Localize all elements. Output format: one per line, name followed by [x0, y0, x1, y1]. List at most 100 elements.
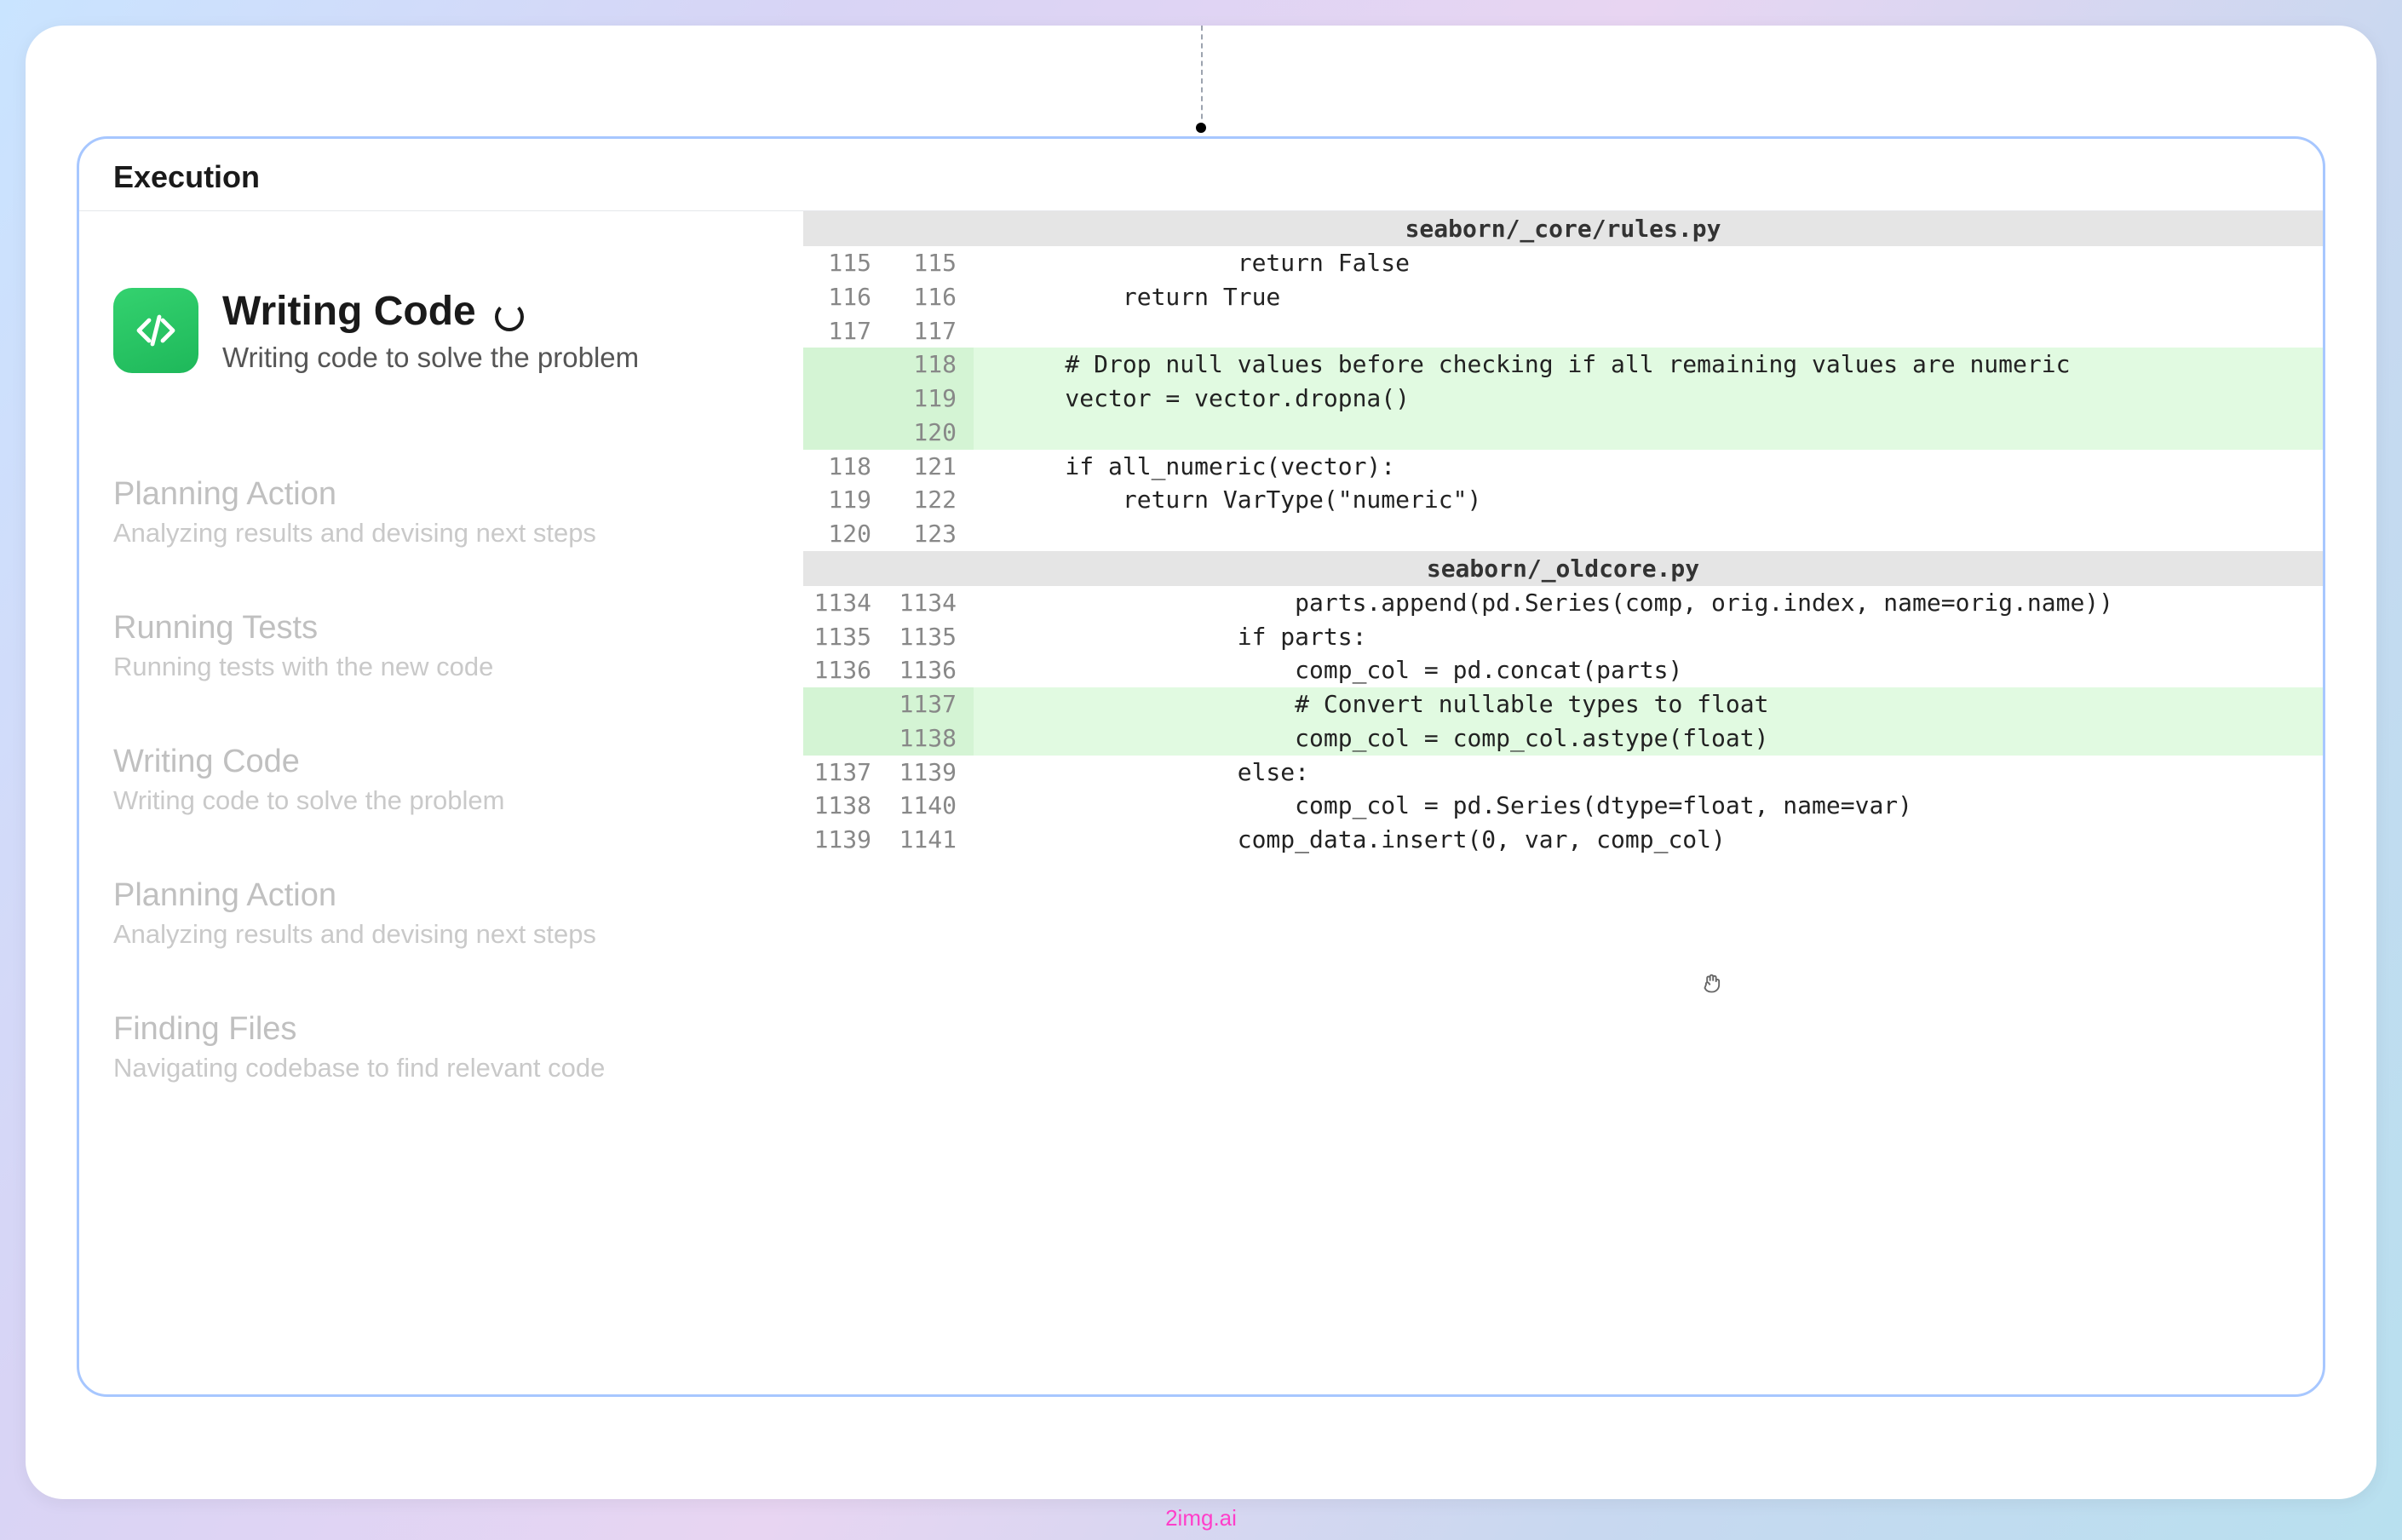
- diff-code: # Convert nullable types to float: [974, 687, 2323, 721]
- diff-code: return VarType("numeric"): [974, 483, 2323, 517]
- panel-body: Writing Code Writing code to solve the p…: [79, 211, 2323, 1145]
- line-number-new: 1135: [888, 620, 974, 654]
- diff-line: 119122 return VarType("numeric"): [803, 483, 2323, 517]
- line-number-new: 120: [888, 416, 974, 450]
- history-step-title: Running Tests: [113, 610, 778, 646]
- current-step-text: Writing Code Writing code to solve the p…: [222, 288, 639, 374]
- diff-line: 11381140 comp_col = pd.Series(dtype=floa…: [803, 789, 2323, 823]
- line-number-new: 117: [888, 314, 974, 348]
- history-step: Running Tests Running tests with the new …: [113, 610, 778, 682]
- history-step-title: Writing Code: [113, 744, 778, 780]
- line-number-new: 118: [888, 348, 974, 382]
- line-number-old: 120: [803, 517, 888, 551]
- line-number-old: 1137: [803, 756, 888, 790]
- diff-line: 115115 return False: [803, 246, 2323, 280]
- history-step-subtitle: Writing code to solve the problem: [113, 785, 778, 816]
- line-number-old: [803, 721, 888, 756]
- diff-line: 11361136 comp_col = pd.concat(parts): [803, 653, 2323, 687]
- execution-panel: Execution Writing Code: [77, 136, 2325, 1397]
- history-step-subtitle: Analyzing results and devising next step…: [113, 518, 778, 549]
- line-number-new: 1140: [888, 789, 974, 823]
- line-number-old: 1136: [803, 653, 888, 687]
- watermark: 2img.ai: [1165, 1505, 1237, 1531]
- diff-code: comp_col = comp_col.astype(float): [974, 721, 2323, 756]
- diff-line-added: 1137 # Convert nullable types to float: [803, 687, 2323, 721]
- line-number-new: 1137: [888, 687, 974, 721]
- line-number-old: [803, 348, 888, 382]
- line-number-old: 115: [803, 246, 888, 280]
- diff-line: 11351135 if parts:: [803, 620, 2323, 654]
- line-number-old: 116: [803, 280, 888, 314]
- diff-code: comp_data.insert(0, var, comp_col): [974, 823, 2323, 857]
- history-step-subtitle: Navigating codebase to find relevant cod…: [113, 1053, 778, 1083]
- diff-line: 120123: [803, 517, 2323, 551]
- line-number-old: 118: [803, 450, 888, 484]
- diff-code: return True: [974, 280, 2323, 314]
- current-step-title-row: Writing Code: [222, 288, 639, 342]
- history-step: Writing Code Writing code to solve the pr…: [113, 744, 778, 816]
- history-step-title: Finding Files: [113, 1011, 778, 1048]
- app-card: Execution Writing Code: [26, 26, 2376, 1499]
- diff-line-added: 120: [803, 416, 2323, 450]
- line-number-new: 115: [888, 246, 974, 280]
- diff-line: 118121 if all_numeric(vector):: [803, 450, 2323, 484]
- diff-code: [974, 517, 2323, 551]
- line-number-old: 1134: [803, 586, 888, 620]
- diff-code: # Drop null values before checking if al…: [974, 348, 2323, 382]
- line-number-new: 122: [888, 483, 974, 517]
- top-guide-dot: [1196, 123, 1206, 133]
- history-step-title: Planning Action: [113, 476, 778, 513]
- history-step: Planning Action Analyzing results and dev…: [113, 476, 778, 549]
- current-step-subtitle: Writing code to solve the problem: [222, 342, 639, 374]
- panel-title: Execution: [79, 159, 2323, 211]
- line-number-old: 1139: [803, 823, 888, 857]
- line-number-old: 117: [803, 314, 888, 348]
- diff-line: 11371139 else:: [803, 756, 2323, 790]
- diff-line: 116116 return True: [803, 280, 2323, 314]
- diff-column: seaborn/_core/rules.py115115 return Fals…: [803, 211, 2323, 1145]
- history-step: Planning Action Analyzing results and dev…: [113, 877, 778, 950]
- diff-line: 117117: [803, 314, 2323, 348]
- diff-code: [974, 416, 2323, 450]
- line-number-new: 116: [888, 280, 974, 314]
- diff-code: vector = vector.dropna(): [974, 382, 2323, 416]
- history-step-subtitle: Analyzing results and devising next step…: [113, 919, 778, 950]
- line-number-old: 119: [803, 483, 888, 517]
- line-number-old: [803, 416, 888, 450]
- top-guide-line: [1201, 26, 1203, 128]
- line-number-new: 1139: [888, 756, 974, 790]
- spinner-icon: [495, 302, 524, 331]
- line-number-new: 1138: [888, 721, 974, 756]
- diff-line: 11341134 parts.append(pd.Series(comp, or…: [803, 586, 2323, 620]
- line-number-new: 1134: [888, 586, 974, 620]
- line-number-old: [803, 382, 888, 416]
- history-step-subtitle: Running tests with the new code: [113, 652, 778, 682]
- history-step: Finding Files Navigating codebase to find…: [113, 1011, 778, 1083]
- code-icon: [113, 288, 198, 373]
- diff-code: if parts:: [974, 620, 2323, 654]
- line-number-new: 1141: [888, 823, 974, 857]
- line-number-new: 119: [888, 382, 974, 416]
- line-number-new: 123: [888, 517, 974, 551]
- current-step-title: Writing Code: [222, 288, 476, 335]
- history-step-title: Planning Action: [113, 877, 778, 914]
- history-list: Planning Action Analyzing results and dev…: [113, 476, 778, 1083]
- diff-code: [974, 314, 2323, 348]
- diff-line-added: 1138 comp_col = comp_col.astype(float): [803, 721, 2323, 756]
- diff-line-added: 118 # Drop null values before checking i…: [803, 348, 2323, 382]
- diff-code: return False: [974, 246, 2323, 280]
- line-number-old: 1138: [803, 789, 888, 823]
- current-step: Writing Code Writing code to solve the p…: [113, 288, 778, 374]
- line-number-old: [803, 687, 888, 721]
- diff-code: if all_numeric(vector):: [974, 450, 2323, 484]
- line-number-new: 121: [888, 450, 974, 484]
- diff-code: else:: [974, 756, 2323, 790]
- diff-code: parts.append(pd.Series(comp, orig.index,…: [974, 586, 2323, 620]
- diff-file-header: seaborn/_core/rules.py: [803, 211, 2323, 246]
- diff-line: 11391141 comp_data.insert(0, var, comp_c…: [803, 823, 2323, 857]
- diff-view[interactable]: seaborn/_core/rules.py115115 return Fals…: [803, 211, 2323, 857]
- diff-line-added: 119 vector = vector.dropna(): [803, 382, 2323, 416]
- diff-file-header: seaborn/_oldcore.py: [803, 551, 2323, 586]
- line-number-old: 1135: [803, 620, 888, 654]
- grab-cursor-icon: [1700, 971, 1724, 1001]
